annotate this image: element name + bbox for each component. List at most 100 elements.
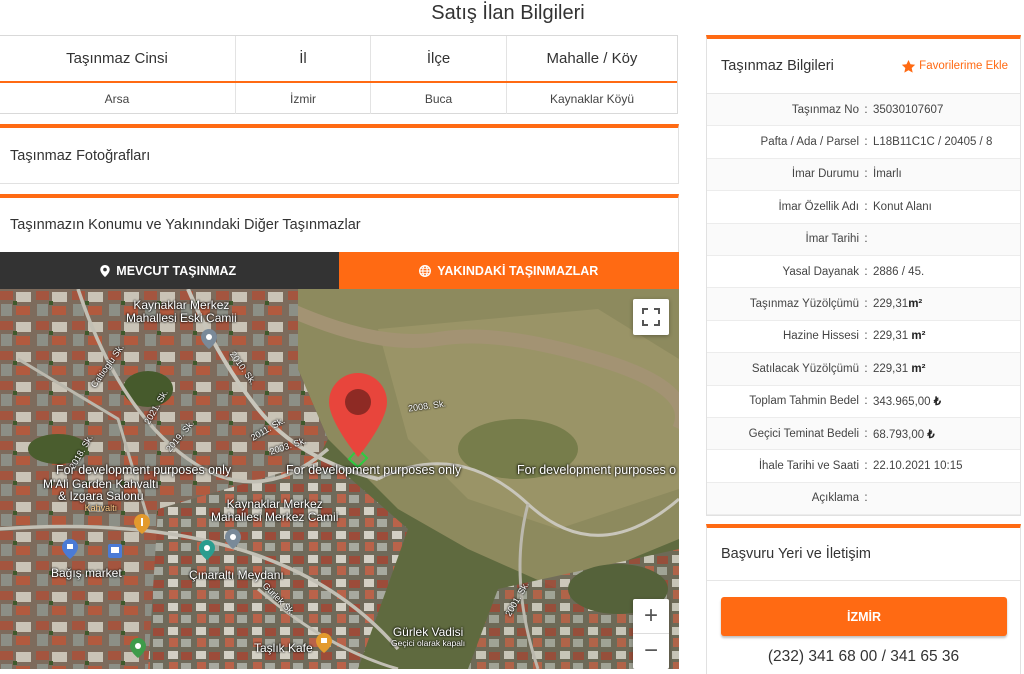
info-row-separator: : — [864, 103, 868, 116]
info-row-unit: m² — [911, 362, 926, 375]
info-row-value-text: Konut Alanı — [873, 200, 932, 213]
info-row-label: Satılacak Yüzölçümü — [751, 362, 859, 375]
info-row: İhale Tarihi ve Saati:22.10.2021 10:15 — [707, 450, 1020, 483]
contact-phone: (232) 341 68 00 / 341 65 36 — [767, 648, 960, 665]
info-row-label: Geçici Teminat Bedeli — [748, 427, 859, 440]
map-marker-icon — [100, 264, 110, 277]
info-row: Açıklama: — [707, 482, 1020, 516]
poi-old-mosque-label: Kaynaklar Merkez Mahallesi Eski Camii — [126, 298, 237, 325]
info-row-value: 343.965,00 ₺ — [873, 394, 1020, 408]
info-row-label: İmar Tarihi — [805, 233, 859, 246]
info-row: Taşınmaz Yüzölçümü:229,31m² — [707, 288, 1020, 321]
info-row-separator: : — [864, 459, 868, 472]
add-to-favorites-button[interactable]: Favorilerime Ekle — [901, 59, 1008, 74]
property-info-header: Taşınmaz Bilgileri Favorilerime Ekle — [707, 39, 1020, 94]
info-row: Yasal Dayanak:2886 / 45. — [707, 256, 1020, 289]
info-row-separator: : — [864, 136, 868, 149]
zoom-out-button[interactable]: − — [633, 634, 669, 668]
info-row-unit: m² — [908, 298, 923, 311]
park-marker-icon[interactable] — [130, 638, 146, 658]
page-title: Satış İlan Bilgileri — [431, 2, 585, 24]
value-neighborhood: Kaynaklar Köyü — [549, 91, 635, 106]
location-panel-title: Taşınmazın Konumu ve Yakınındaki Diğer T… — [10, 217, 361, 233]
header-district: İlçe — [371, 36, 507, 81]
info-row: Satılacak Yüzölçümü:229,31 m² — [707, 353, 1020, 386]
globe-icon — [419, 264, 432, 277]
property-info-title: Taşınmaz Bilgileri — [721, 58, 834, 74]
info-row-value: 229,31 m² — [873, 363, 1020, 375]
fullscreen-button[interactable] — [633, 299, 669, 335]
info-row: Geçici Teminat Bedeli:68.793,00 ₺ — [707, 417, 1020, 451]
info-row-value-text: L18B11C1C / 20405 / 8 — [873, 136, 993, 149]
info-row-separator: : — [864, 427, 868, 440]
summary-table: Taşınmaz Cinsi İl İlçe Mahalle / Köy Ars… — [0, 35, 678, 114]
info-row-value-text: 35030107607 — [873, 103, 944, 116]
info-row-value-text: 229,31 — [873, 362, 912, 375]
bus-stop-icon[interactable] — [108, 544, 122, 558]
summary-value-row: Arsa İzmir Buca Kaynaklar Köyü — [0, 83, 677, 114]
info-row-unit: ₺ — [933, 396, 942, 409]
info-row: Pafta / Ada / Parsel: L18B11C1C / 20405 /… — [707, 126, 1020, 159]
shop-marker-icon[interactable] — [62, 539, 78, 559]
info-row-value: Konut Alanı — [873, 201, 1020, 213]
mosque-marker-icon-2[interactable] — [225, 529, 241, 549]
tab-nearby-label: YAKINDAKİ TAŞINMAZLAR — [437, 263, 599, 278]
poi-market-label: Bağış market — [51, 566, 122, 580]
city-office-button[interactable]: İZMİR — [721, 597, 1007, 636]
property-info-panel: Taşınmaz Bilgileri Favorilerime Ekle Taş… — [706, 35, 1021, 516]
info-row: İmar Tarihi: — [707, 223, 1020, 256]
info-row: İmar Özellik Adı: Konut Alanı — [707, 191, 1020, 224]
dev-watermark-1: For development purposes only — [56, 463, 232, 477]
info-row-separator: : — [864, 330, 868, 343]
info-row-separator: : — [864, 200, 868, 213]
poi-garden-label: M'Ali Garden Kahvaltı & Izgara Salonu Ka… — [43, 477, 159, 513]
info-row: Taşınmaz No:35030107607 — [707, 94, 1020, 127]
info-row: Hazine Hissesi:229,31 m² — [707, 321, 1020, 354]
info-row-separator: : — [864, 492, 868, 505]
info-row-value-text: 2886 / 45. — [873, 265, 925, 278]
info-row-value: 35030107607 — [873, 104, 1020, 116]
info-row: Toplam Tahmin Bedel:343.965,00 ₺ — [707, 386, 1020, 418]
info-row-value-text: 343.965,00 — [873, 396, 934, 409]
mosque-marker-icon[interactable] — [201, 329, 217, 349]
zoom-in-button[interactable]: + — [633, 599, 669, 634]
info-row-label: Yasal Dayanak — [782, 265, 860, 278]
restaurant-marker-icon[interactable] — [134, 514, 150, 534]
location-pin-icon[interactable] — [327, 371, 389, 459]
info-row-value: L18B11C1C / 20405 / 8 — [873, 136, 1020, 148]
tab-nearby-properties[interactable]: YAKINDAKİ TAŞINMAZLAR — [338, 252, 679, 289]
tab-current-property[interactable]: MEVCUT TAŞINMAZ — [0, 252, 339, 289]
header-province: İl — [236, 36, 371, 81]
cafe-marker-icon[interactable] — [316, 633, 332, 653]
fullscreen-icon — [642, 308, 660, 326]
square-marker-icon[interactable] — [199, 540, 215, 560]
value-district: Buca — [371, 83, 507, 114]
info-row-value-text: 229,31 — [873, 330, 912, 343]
photos-panel-title: Taşınmaz Fotoğrafları — [10, 147, 151, 164]
info-row-value: 229,31m² — [873, 298, 1020, 310]
photos-panel[interactable]: Taşınmaz Fotoğrafları — [0, 124, 679, 184]
contact-title: Başvuru Yeri ve İletişim — [707, 528, 1020, 581]
info-row-separator: : — [864, 265, 868, 278]
map-tabs: MEVCUT TAŞINMAZ YAKINDAKİ TAŞINMAZLAR — [0, 252, 679, 289]
info-row-value: İmarlı — [873, 168, 1020, 180]
info-row-value-text: 229,31 — [873, 298, 909, 311]
header-neighborhood: Mahalle / Köy — [546, 50, 638, 67]
poi-valley-label: Gürlek Vadisi Geçici olarak kapalı — [391, 625, 466, 648]
info-row-unit: ₺ — [927, 428, 935, 441]
dev-watermark-3: For development purposes o — [517, 463, 677, 477]
info-row-value: 68.793,00 ₺ — [873, 427, 1020, 441]
info-row-label: İmar Durumu — [791, 168, 859, 181]
info-row-label: Hazine Hissesi — [782, 330, 859, 343]
header-property-type: Taşınmaz Cinsi — [0, 36, 236, 81]
info-row-separator: : — [864, 233, 868, 246]
info-row-value: 229,31 m² — [873, 330, 1020, 342]
poi-cafe-label: Taşlık Kafe — [254, 641, 313, 655]
contact-panel: Başvuru Yeri ve İletişim İZMİR (232) 341… — [706, 524, 1021, 674]
map-view[interactable]: Kaynaklar Merkez Mahallesi Eski Camii M'… — [0, 289, 679, 669]
zoom-control: + − — [633, 599, 669, 669]
info-row-value: 22.10.2021 10:15 — [873, 460, 1020, 472]
info-row-label: Taşınmaz No — [791, 103, 859, 116]
star-icon — [901, 59, 916, 73]
info-row-value-text: İmarlı — [873, 168, 902, 181]
